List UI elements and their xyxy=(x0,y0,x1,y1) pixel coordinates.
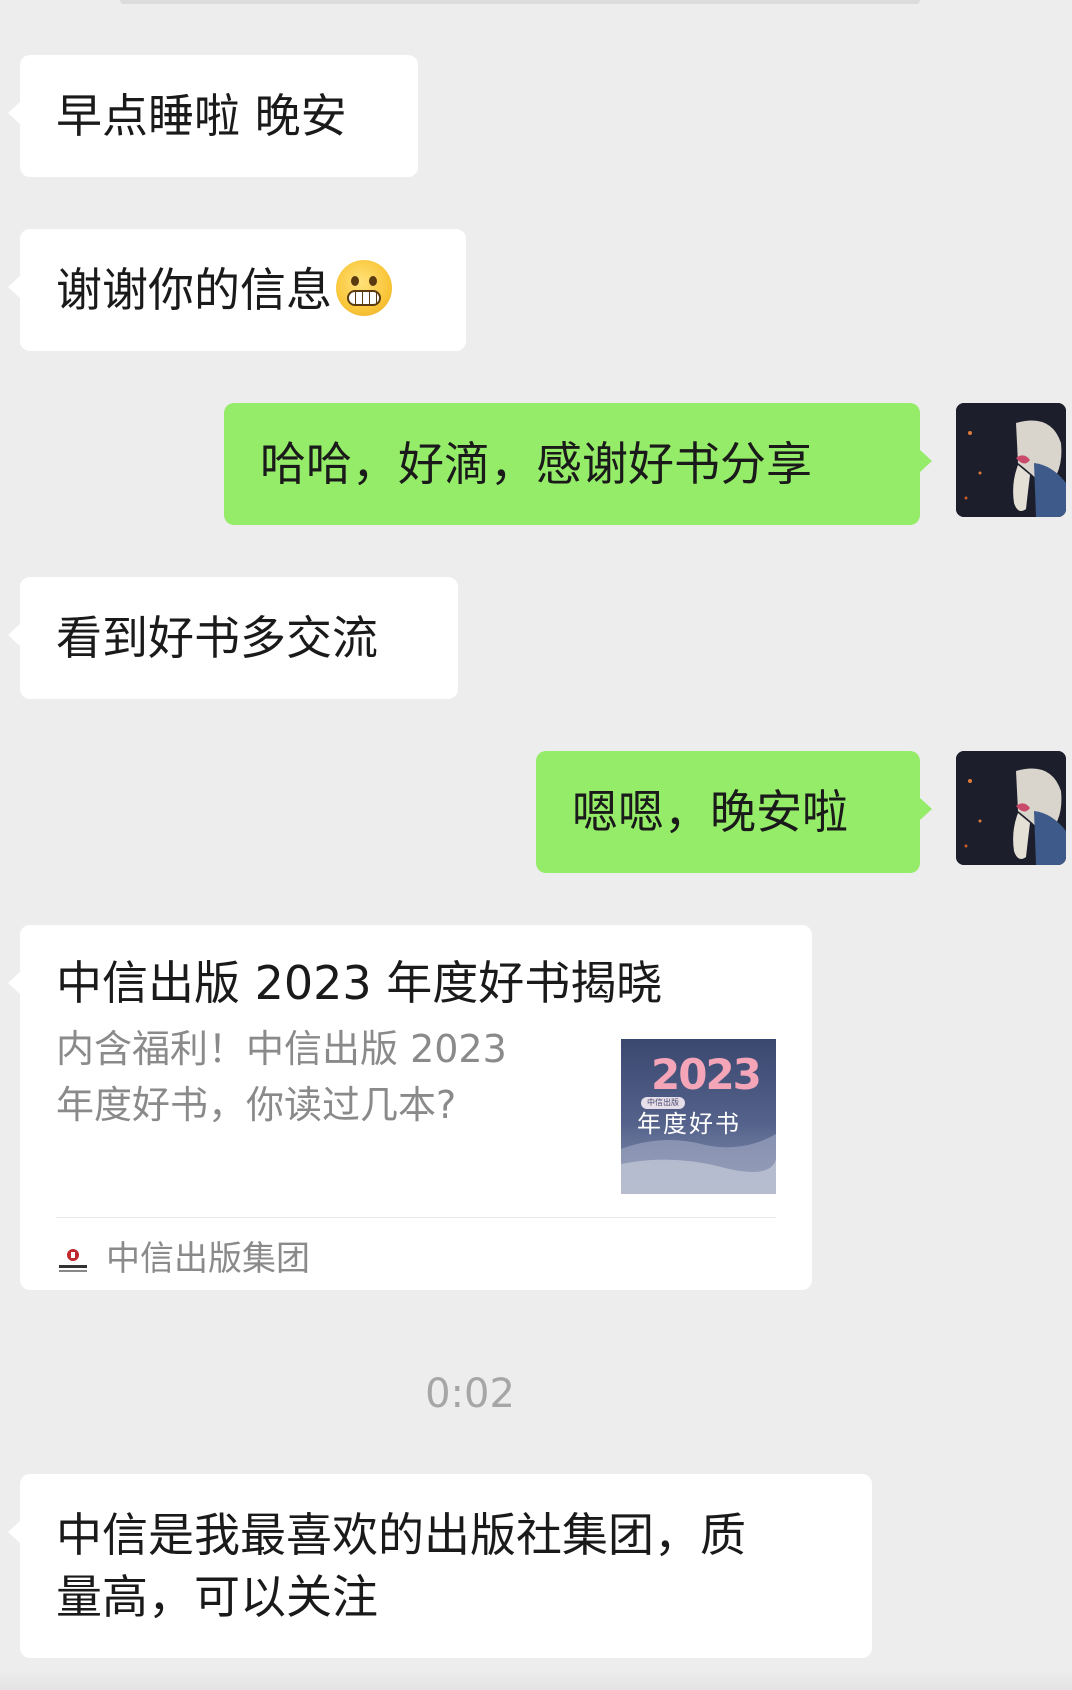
link-card-description-line: 年度好书，你读过几本? xyxy=(56,1083,457,1127)
link-card-divider xyxy=(56,1217,776,1218)
link-card-thumbnail: 2023 中信出版 年度好书 xyxy=(621,1039,776,1194)
link-card-source: 中信出版集团 xyxy=(106,1239,310,1279)
message-text: 哈哈，好滴，感谢好书分享 xyxy=(260,437,812,491)
message-bubble-outgoing[interactable]: 嗯嗯，晚安啦 xyxy=(536,751,932,873)
thumbnail-tag: 中信出版 xyxy=(641,1097,685,1109)
thumbnail-subtitle: 年度好书 xyxy=(637,1110,741,1138)
message-text: 早点睡啦 晚安 xyxy=(56,89,347,143)
message-bubble-incoming[interactable]: 看到好书多交流 xyxy=(8,577,458,699)
bottom-edge xyxy=(0,1670,1072,1690)
thumbnail-year: 2023 xyxy=(651,1050,762,1099)
message-text: 看到好书多交流 xyxy=(56,611,378,665)
chat-timestamp: 0:02 xyxy=(425,1371,515,1417)
user-avatar[interactable] xyxy=(956,751,1066,865)
link-card-description-line: 内含福利！中信出版 2023 xyxy=(56,1027,507,1071)
message-bubble-incoming[interactable]: 中信是我最喜欢的出版社集团，质 量高，可以关注 xyxy=(8,1474,872,1658)
message-text-line: 量高，可以关注 xyxy=(56,1570,378,1624)
link-card-description: 内含福利！中信出版 2023 年度好书，你读过几本? xyxy=(56,1021,556,1133)
link-card-title: 中信出版 2023 年度好书揭晓 xyxy=(56,956,663,1010)
top-edge xyxy=(120,0,920,4)
citic-logo-icon xyxy=(58,1245,88,1275)
grinning-face-emoji xyxy=(336,260,392,316)
message-text: 嗯嗯，晚安啦 xyxy=(572,785,848,839)
message-bubble-incoming[interactable]: 早点睡啦 晚安 xyxy=(8,55,418,177)
message-text: 谢谢你的信息 xyxy=(56,263,332,317)
message-bubble-incoming[interactable]: 谢谢你的信息 xyxy=(8,229,466,351)
message-text-line: 中信是我最喜欢的出版社集团，质 xyxy=(56,1508,746,1562)
user-avatar[interactable] xyxy=(956,403,1066,517)
message-bubble-outgoing[interactable]: 哈哈，好滴，感谢好书分享 xyxy=(224,403,932,525)
link-card[interactable]: 中信出版 2023 年度好书揭晓 内含福利！中信出版 2023 年度好书，你读过… xyxy=(8,925,812,1290)
